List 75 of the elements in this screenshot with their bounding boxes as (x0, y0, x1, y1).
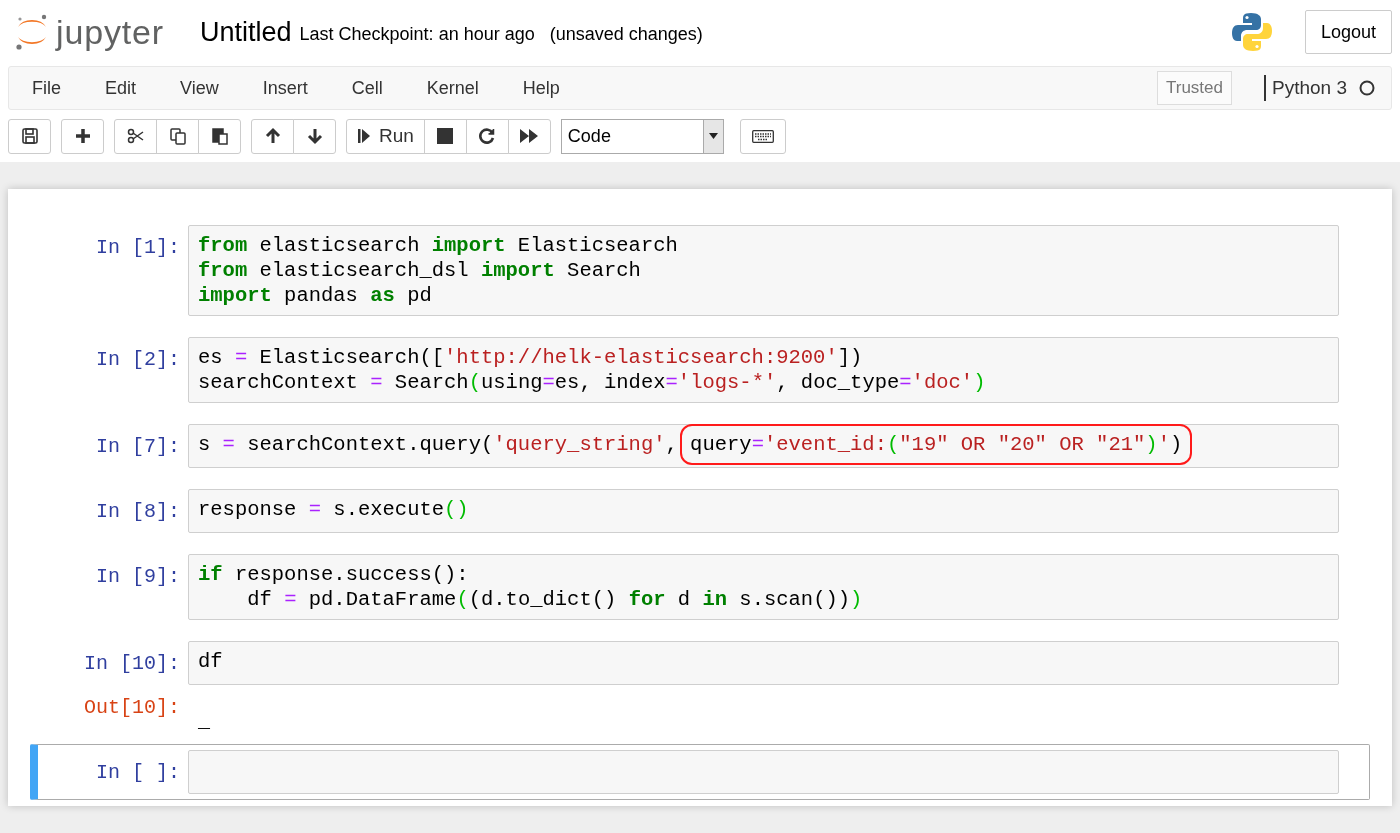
output-prompt: Out[10]: (84, 695, 180, 721)
save-status: (unsaved changes) (549, 22, 703, 46)
code-input[interactable]: s = searchContext.query('query_string', query='event_id:("19" OR "20" OR "21")') (188, 424, 1339, 468)
arrow-up-icon (263, 127, 282, 145)
stop-button[interactable] (423, 118, 467, 154)
input-prompt: In [2]: (96, 347, 180, 373)
input-prompt: In [7]: (96, 434, 180, 460)
code-line: if response.success(): (198, 562, 469, 587)
save-icon (20, 127, 39, 145)
up-button[interactable] (251, 118, 294, 154)
kernel-name: Python 3 (1272, 75, 1347, 100)
code-line: from elasticsearch import Elasticsearch (198, 233, 678, 258)
python-logo-icon (1230, 11, 1273, 53)
cut-button[interactable] (114, 118, 157, 154)
code-cell[interactable]: In [10]: df (30, 635, 1370, 691)
code-line: searchContext = Search(using=es, index='logs-*', doc_type='doc') (198, 370, 986, 395)
keyboard-icon (751, 129, 774, 143)
code-input[interactable]: es = Elasticsearch(['http://helk-elasticsearch:9200']) searchContext = Search(using=es, index='logs-*', doc_type='doc') (188, 337, 1339, 403)
input-prompt: In [1]: (96, 235, 180, 261)
scissors-icon (126, 127, 145, 145)
logout-button[interactable]: Logout (1304, 10, 1392, 54)
fastforward-button[interactable] (507, 118, 551, 154)
input-prompt: In [8]: (96, 499, 180, 525)
code-line: from elasticsearch_dsl import Search (198, 258, 641, 283)
paste-button[interactable] (198, 118, 241, 154)
output-text: _ (198, 710, 210, 733)
code-cell[interactable]: In [9]: if response.success(): df = pd.DataFrame((d.to_dict() for d in s.scan())) (30, 548, 1370, 626)
code-input[interactable]: response = s.execute() (188, 489, 1339, 533)
logo-text: jupyter (56, 15, 164, 49)
paste-icon (210, 127, 229, 145)
menu-item[interactable]: File (32, 74, 61, 102)
plus-icon (73, 127, 92, 145)
cell-type-select[interactable]: Code (560, 118, 724, 154)
dropdown-caret-icon (708, 133, 718, 139)
save-button[interactable] (8, 118, 51, 154)
run-button[interactable]: Run (346, 118, 425, 154)
plus-button[interactable] (61, 118, 104, 154)
code-input[interactable]: df (188, 641, 1339, 685)
menu-item[interactable]: Edit (105, 74, 137, 102)
keyboard-button[interactable] (739, 118, 786, 154)
code-annotation-highlight: query='event_id:("19" OR "20" OR "21")') (680, 424, 1193, 465)
menu-item[interactable]: Help (522, 74, 560, 102)
code-input[interactable]: if response.success(): df = pd.DataFrame((d.to_dict() for d in s.scan())) (188, 554, 1339, 620)
step-icon (357, 127, 371, 145)
code-cell[interactable]: In [2]: es = Elasticsearch(['http://helk-elasticsearch:9200']) searchContext = Search(using=es, index='logs-*', doc_type='doc') (30, 331, 1370, 409)
input-prompt: In [ ]: (96, 760, 180, 786)
code-line: response = s.execute() (198, 497, 469, 522)
code-input[interactable]: from elasticsearch import Elasticsearch from elasticsearch_dsl import Search import pandas as pd (188, 225, 1339, 316)
code-line: es = Elasticsearch(['http://helk-elasticsearch:9200']) (198, 345, 863, 370)
copy-icon (168, 127, 187, 145)
code-cell[interactable]: In [1]: from elasticsearch import Elasticsearch from elasticsearch_dsl import Search import pandas as pd (30, 219, 1370, 322)
notebook-title[interactable]: Untitled (200, 11, 292, 53)
code-line: df (198, 649, 223, 674)
code-line: df = pd.DataFrame((d.to_dict() for d in s.scan())) (246, 587, 863, 612)
input-prompt: In [10]: (84, 651, 180, 677)
menu-item[interactable]: Insert (262, 74, 308, 102)
stop-icon (437, 128, 454, 144)
input-prompt: In [9]: (96, 564, 180, 590)
fast-forward-icon (519, 128, 540, 144)
menu-item[interactable]: Kernel (426, 74, 479, 102)
restart-icon (478, 127, 497, 145)
code-line: s = searchContext.query('query_string', (198, 432, 679, 457)
menu-item[interactable]: View (180, 74, 219, 102)
trusted-indicator[interactable]: Trusted (1157, 71, 1232, 105)
menu-item[interactable]: Cell (351, 74, 383, 102)
code-line: import pandas as pd (198, 283, 432, 308)
code-cell[interactable]: In [8]: response = s.execute() (30, 483, 1370, 539)
arrow-down-icon (305, 127, 324, 145)
copy-button[interactable] (156, 118, 199, 154)
selected-cell[interactable]: In [ ]: (30, 744, 1370, 800)
down-button[interactable] (293, 118, 336, 154)
restart-button[interactable] (465, 118, 509, 154)
code-cell[interactable]: In [7]: s = searchContext.query('query_string', query='event_id:("19" OR "20" OR "21")') (30, 418, 1370, 474)
checkpoint-text: Last Checkpoint: an hour ago (299, 22, 535, 46)
code-input[interactable] (188, 750, 1339, 794)
